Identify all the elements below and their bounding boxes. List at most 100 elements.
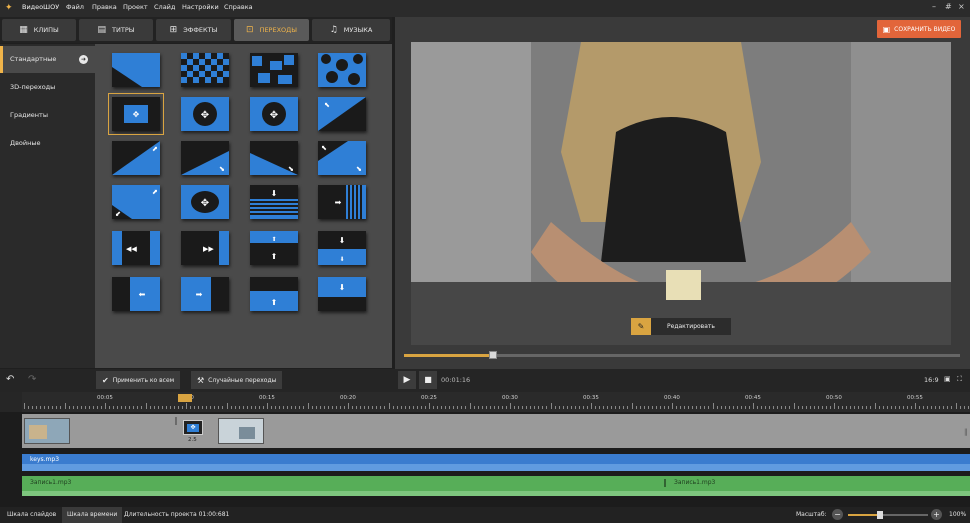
seek-handle[interactable]	[488, 351, 497, 359]
tab-slide-timeline[interactable]: Шкала слайдов	[2, 507, 61, 523]
aspect-ratio[interactable]: 16:9	[924, 376, 939, 384]
clip-end-handle[interactable]: ‖	[964, 428, 968, 436]
zoom-in-icon[interactable]: +	[931, 509, 942, 520]
category-gradients[interactable]: Градиенты	[0, 102, 95, 129]
transition-thumb[interactable]	[181, 53, 229, 87]
minimize-button[interactable]: –	[932, 2, 936, 11]
clip-handle[interactable]: ‖	[174, 416, 182, 446]
transition-thumb[interactable]: ➡	[318, 185, 366, 219]
ruler-tick	[635, 406, 637, 409]
playhead-marker[interactable]	[178, 394, 192, 402]
fullscreen-icon[interactable]: ⛶	[957, 375, 962, 384]
video-preview[interactable]	[411, 42, 951, 345]
ruler-tick	[566, 406, 568, 409]
time-ruler[interactable]: 00:0500:1000:1500:2000:2500:3000:3500:40…	[22, 392, 970, 412]
ruler-tick	[708, 406, 710, 409]
tab-transitions[interactable]: ⊡ ПЕРЕХОДЫ	[234, 19, 309, 41]
transition-thumb[interactable]	[112, 53, 160, 87]
ruler-tick	[141, 406, 143, 409]
tab-music[interactable]: ♫ МУЗЫКА	[312, 19, 390, 41]
transition-thumb[interactable]: ✥	[181, 185, 229, 219]
ruler-tick	[76, 406, 78, 409]
transition-thumb[interactable]: ⬆	[250, 277, 298, 311]
ruler-tick	[611, 406, 613, 409]
category-double[interactable]: Двойные	[0, 130, 95, 157]
transition-thumb[interactable]: ⬇ ⬇	[318, 231, 366, 265]
zoom-value: 100%	[949, 511, 967, 518]
transition-thumb[interactable]: ⬊	[250, 141, 298, 175]
zoom-out-icon[interactable]: −	[832, 509, 843, 520]
menu-project[interactable]: Проект	[123, 3, 148, 11]
transition-thumb[interactable]: ⬊	[181, 141, 229, 175]
clip-thumbnail[interactable]	[218, 418, 264, 444]
transition-thumb[interactable]: ✥	[181, 97, 229, 131]
transition-thumb[interactable]: ⬅	[112, 277, 160, 311]
ruler-tick	[793, 403, 795, 409]
menu-settings[interactable]: Настройки	[182, 3, 219, 11]
ruler-tick	[392, 406, 394, 409]
tab-titles[interactable]: ▤ ТИТРЫ	[79, 19, 153, 41]
voice-clip-name: Запись1.mp3	[674, 479, 716, 486]
random-transitions-label: Случайные переходы	[208, 376, 277, 384]
tab-time-timeline[interactable]: Шкала времени	[62, 507, 123, 523]
tab-clips[interactable]: ▦ КЛИПЫ	[2, 19, 76, 41]
ruler-tick	[52, 406, 54, 409]
menu-help[interactable]: Справка	[224, 3, 253, 11]
ruler-tick	[461, 406, 463, 409]
audio-track-music[interactable]: keys.mp3	[22, 454, 970, 471]
ruler-tick	[481, 406, 483, 409]
ruler-tick	[862, 406, 864, 409]
transition-thumb[interactable]: ⬉	[318, 97, 366, 131]
transition-thumb[interactable]: ➡	[181, 277, 229, 311]
zoom-slider-fill	[848, 514, 880, 516]
transition-thumb[interactable]: ▶▶	[181, 231, 229, 265]
play-button[interactable]: ▶	[398, 371, 416, 389]
clip-thumbnail[interactable]	[24, 418, 70, 444]
tab-effects[interactable]: ⊞ ЭФФЕКТЫ	[156, 19, 231, 41]
transition-thumb[interactable]: ⬊ ⬉	[318, 141, 366, 175]
ruler-tick	[765, 406, 767, 409]
voice-clip-split[interactable]: ‖	[663, 478, 667, 487]
audio-track-voice[interactable]: Запись1.mp3 ‖ Запись1.mp3	[22, 476, 970, 496]
svg-text:⬊: ⬊	[356, 165, 362, 173]
ruler-label: 00:55	[907, 395, 923, 401]
transition-thumb[interactable]	[250, 53, 298, 87]
transition-thumb[interactable]	[318, 53, 366, 87]
video-track[interactable]: ‖ ✥ 2.5 ‖	[22, 414, 970, 448]
snapshot-icon[interactable]: ▣	[944, 375, 951, 383]
ruler-tick	[631, 403, 633, 409]
redo-icon[interactable]: ↷	[28, 374, 36, 385]
transition-block[interactable]: ✥	[183, 420, 203, 435]
transition-thumb[interactable]: ⬇	[250, 185, 298, 219]
ruler-tick	[562, 406, 564, 409]
ruler-tick	[667, 406, 669, 409]
voice-waveform	[22, 491, 970, 496]
menu-slide[interactable]: Слайд	[154, 3, 175, 11]
ruler-tick	[238, 406, 240, 409]
category-label: Градиенты	[10, 111, 48, 119]
edit-button[interactable]: ✎ Редактировать	[631, 318, 731, 335]
transition-thumb[interactable]: ✥	[250, 97, 298, 131]
menu-edit[interactable]: Правка	[92, 3, 117, 11]
ruler-tick	[331, 406, 333, 409]
transition-thumb-selected[interactable]: ✥	[108, 93, 164, 135]
transition-thumb[interactable]: ⬇	[318, 277, 366, 311]
transition-thumb[interactable]: ⬆ ⬆	[250, 231, 298, 265]
zoom-handle[interactable]	[877, 511, 883, 519]
transition-thumb[interactable]: ◀◀	[112, 231, 160, 265]
restore-button[interactable]: #	[945, 2, 952, 11]
save-video-button[interactable]: ▣ СОХРАНИТЬ ВИДЕО	[877, 20, 961, 38]
category-standard[interactable]: Стандартные ➜	[0, 46, 95, 73]
svg-text:⬆: ⬆	[271, 252, 278, 261]
ruler-tick	[125, 406, 127, 409]
undo-icon[interactable]: ↶	[6, 374, 14, 385]
category-3d[interactable]: 3D-переходы	[0, 74, 95, 101]
transition-thumb[interactable]: ⬈	[112, 141, 160, 175]
stop-button[interactable]: ■	[419, 371, 437, 389]
random-transitions-button[interactable]: ⚒ Случайные переходы	[191, 371, 283, 389]
apply-to-all-button[interactable]: ✔ Применить ко всем	[96, 371, 181, 389]
audio-track-name: keys.mp3	[30, 456, 60, 463]
menu-file[interactable]: Файл	[66, 3, 84, 11]
close-button[interactable]: ×	[958, 2, 965, 11]
transition-thumb[interactable]: ⬈ ⬋	[112, 185, 160, 219]
